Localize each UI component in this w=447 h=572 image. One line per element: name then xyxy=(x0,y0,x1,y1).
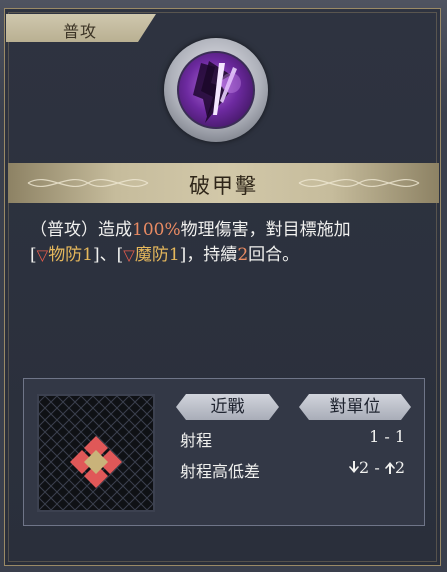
skill-title-bar: 破甲擊 xyxy=(8,163,439,203)
duration-turns: 2 xyxy=(237,245,249,265)
slash-icon xyxy=(193,61,241,123)
height-low-value: 2 xyxy=(359,458,370,477)
height-high-value: 2 xyxy=(394,458,405,477)
arrow-down-icon xyxy=(349,461,360,473)
debuff-down-icon: ▽ xyxy=(123,246,135,264)
single-target-tag: 對單位 xyxy=(299,394,411,420)
height-diff-label: 射程高低差 xyxy=(180,462,261,481)
skill-description: （普攻）造成100%物理傷害，對目標施加 [▽物防1]、[▽魔防1]，持續2回合… xyxy=(30,218,422,268)
skill-type-tab: 普攻 xyxy=(6,14,156,42)
height-separator: - xyxy=(369,458,385,477)
debuff-magic-defense[interactable]: 魔防1 xyxy=(135,245,180,265)
desc-text: 物理傷害，對目標施加 xyxy=(180,220,351,240)
range-label: 射程 xyxy=(180,431,213,450)
debuff-down-icon: ▽ xyxy=(36,246,49,264)
desc-text: 回合。 xyxy=(248,245,300,265)
skill-name: 破甲擊 xyxy=(189,174,258,198)
separator: 、 xyxy=(99,245,117,265)
height-diff-value: 2 - 2 xyxy=(349,458,405,477)
melee-tag: 近戰 xyxy=(176,394,279,420)
desc-text: ，持續 xyxy=(186,245,238,265)
damage-percent: 100% xyxy=(132,220,181,240)
range-grid-pattern xyxy=(39,396,153,510)
range-grid xyxy=(37,394,155,512)
skill-type-label: 普攻 xyxy=(63,22,98,41)
arrow-up-icon xyxy=(384,462,395,474)
bracket: [ xyxy=(30,245,37,265)
range-value: 1 - 1 xyxy=(369,427,405,446)
skill-icon-frame xyxy=(164,38,268,142)
desc-text: （普攻）造成 xyxy=(30,220,132,240)
bracket: ] xyxy=(93,245,100,265)
purple-slash-skill-icon xyxy=(177,51,255,129)
debuff-physical-defense[interactable]: 物防1 xyxy=(48,245,93,265)
